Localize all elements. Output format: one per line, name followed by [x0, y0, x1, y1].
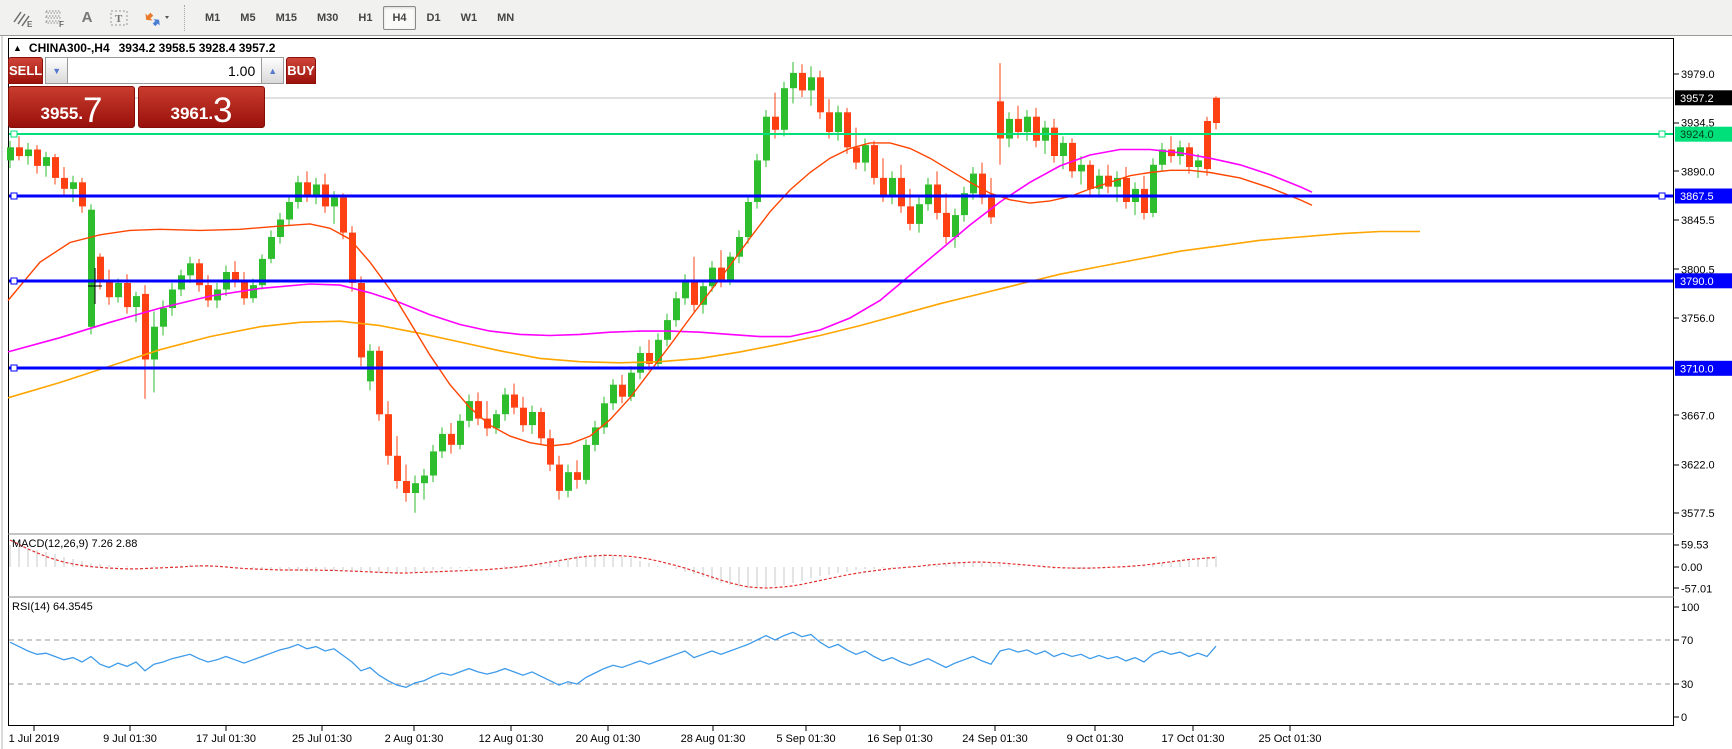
svg-text:1 Jul 2019: 1 Jul 2019 [9, 733, 60, 745]
macd-indicator-label: MACD(12,26,9) 7.26 2.88 [12, 538, 137, 550]
svg-text:3957.2: 3957.2 [1680, 93, 1714, 105]
svg-text:17 Jul 01:30: 17 Jul 01:30 [196, 733, 256, 745]
svg-text:3890.0: 3890.0 [1681, 166, 1715, 178]
svg-text:3979.0: 3979.0 [1681, 69, 1715, 81]
svg-text:25 Jul 01:30: 25 Jul 01:30 [292, 733, 352, 745]
sell-button[interactable]: SELL [8, 57, 43, 84]
volume-decrease-button[interactable]: ▼ [45, 57, 68, 84]
ask-price-box[interactable]: 3961.3 [138, 86, 265, 128]
symbol-period-label: CHINA300-,H4 [29, 41, 110, 55]
svg-text:59.53: 59.53 [1681, 540, 1709, 552]
svg-text:0: 0 [1681, 712, 1687, 724]
svg-text:12 Aug 01:30: 12 Aug 01:30 [479, 733, 544, 745]
svg-text:0.00: 0.00 [1681, 562, 1702, 574]
svg-text:100: 100 [1681, 602, 1699, 614]
svg-text:17 Oct 01:30: 17 Oct 01:30 [1162, 733, 1225, 745]
ask-price-big-digit: 3 [213, 97, 232, 126]
volume-stepper: ▼ ▲ [45, 57, 284, 84]
svg-text:28 Aug 01:30: 28 Aug 01:30 [681, 733, 746, 745]
svg-text:16 Sep 01:30: 16 Sep 01:30 [867, 733, 932, 745]
svg-text:3790.0: 3790.0 [1680, 276, 1714, 288]
chart-title-bar: ▲ CHINA300-,H4 3934.2 3958.5 3928.4 3957… [13, 41, 275, 55]
rsi-indicator-label: RSI(14) 64.3545 [12, 601, 93, 613]
collapse-arrow-icon[interactable]: ▲ [13, 43, 22, 53]
trading-terminal: { "toolbar": { "icons": [ {"name":"indic… [0, 0, 1732, 749]
svg-text:24 Sep 01:30: 24 Sep 01:30 [962, 733, 1027, 745]
svg-text:70: 70 [1681, 635, 1693, 647]
svg-text:3867.5: 3867.5 [1680, 191, 1714, 203]
volume-increase-button[interactable]: ▲ [261, 57, 284, 84]
svg-text:20 Aug 01:30: 20 Aug 01:30 [576, 733, 641, 745]
bid-price-big-digit: 7 [83, 97, 102, 126]
svg-text:2 Aug 01:30: 2 Aug 01:30 [385, 733, 444, 745]
svg-text:3845.5: 3845.5 [1681, 215, 1715, 227]
volume-input[interactable] [68, 57, 261, 84]
svg-text:3577.5: 3577.5 [1681, 508, 1715, 520]
bid-price-main: 3955 [40, 105, 78, 122]
svg-text:30: 30 [1681, 679, 1693, 691]
svg-text:3924.0: 3924.0 [1680, 129, 1714, 141]
one-click-trade-panel: SELL ▼ ▲ BUY 3955.7 3961.3 [8, 57, 265, 128]
svg-text:3756.0: 3756.0 [1681, 313, 1715, 325]
svg-text:9 Jul 01:30: 9 Jul 01:30 [103, 733, 157, 745]
svg-text:9 Oct 01:30: 9 Oct 01:30 [1067, 733, 1124, 745]
svg-text:-57.01: -57.01 [1681, 583, 1712, 595]
ohlc-values: 3934.2 3958.5 3928.4 3957.2 [119, 41, 276, 55]
svg-text:3667.0: 3667.0 [1681, 410, 1715, 422]
buy-button[interactable]: BUY [286, 57, 315, 84]
price-axis: 3979.03957.23934.53924.03890.03867.53845… [1674, 69, 1732, 724]
svg-text:3622.0: 3622.0 [1681, 460, 1715, 472]
svg-text:25 Oct 01:30: 25 Oct 01:30 [1259, 733, 1322, 745]
ask-price-main: 3961 [170, 105, 208, 122]
chart-frame [9, 39, 1674, 726]
svg-text:3710.0: 3710.0 [1680, 363, 1714, 375]
bid-price-box[interactable]: 3955.7 [8, 86, 135, 128]
time-axis: 1 Jul 2019 9 Jul 01:30 17 Jul 01:30 25 Jul … [9, 726, 1322, 745]
svg-text:5 Sep 01:30: 5 Sep 01:30 [776, 733, 835, 745]
